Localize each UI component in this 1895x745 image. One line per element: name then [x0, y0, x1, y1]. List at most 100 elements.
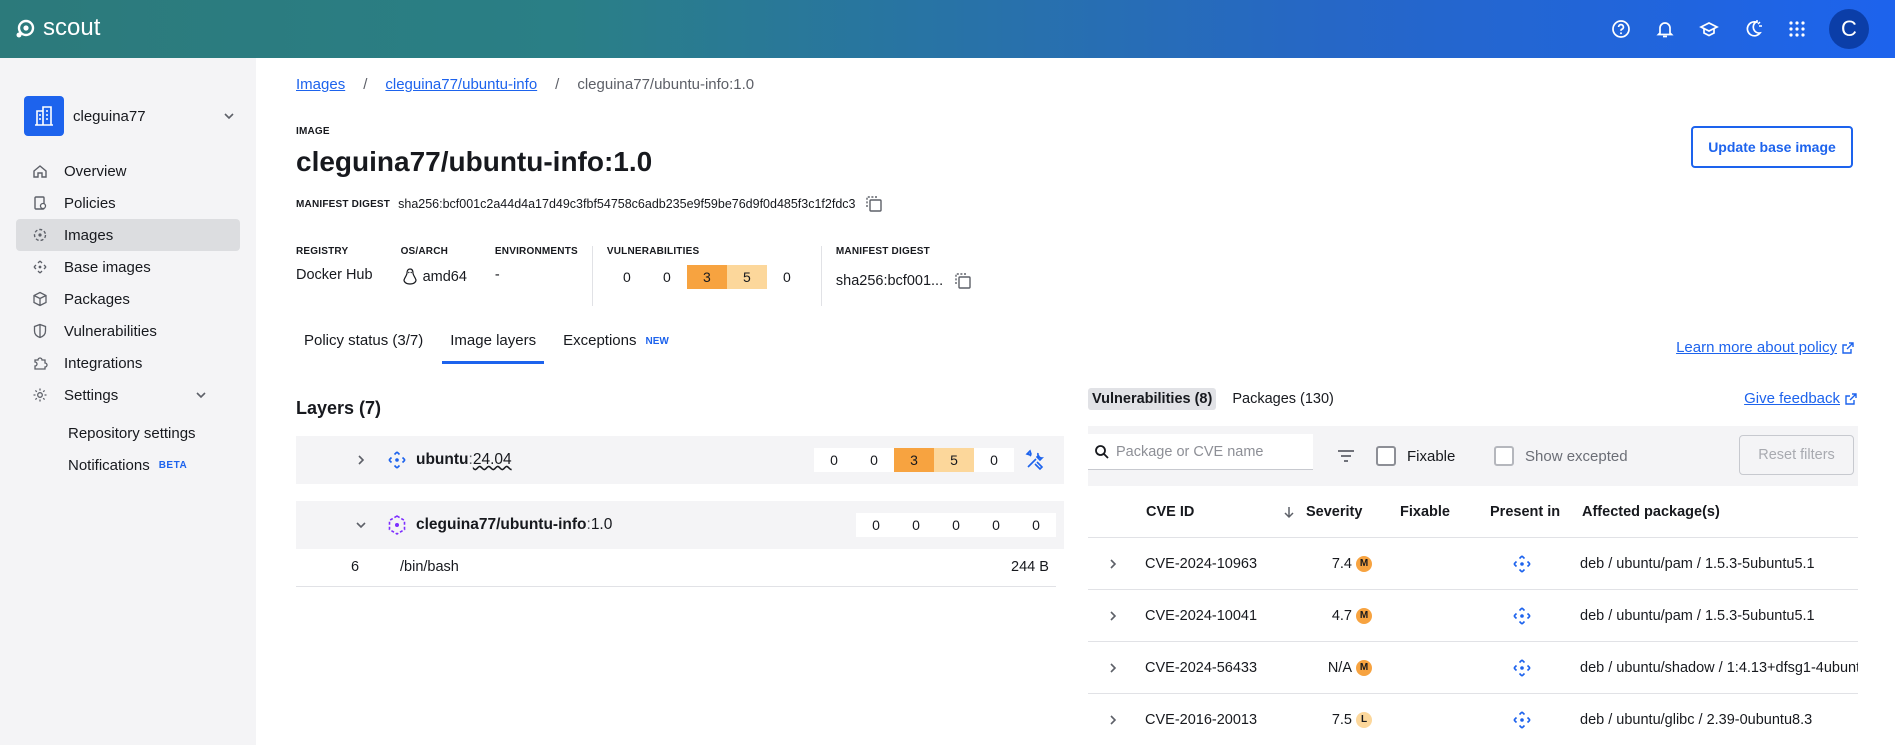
sidebar-item-base-images[interactable]: Base images — [16, 251, 240, 283]
column-fixable[interactable]: Fixable — [1400, 486, 1450, 537]
sidebar-item-label: Base images — [64, 258, 151, 276]
tab-packages[interactable]: Packages (130) — [1228, 388, 1338, 410]
scout-logo-icon — [16, 19, 35, 38]
page-kicker: IMAGE — [296, 126, 330, 137]
layer-tag[interactable]: 24.04 — [473, 451, 512, 468]
vulnerability-counts[interactable]: 0 0 3 5 0 — [607, 265, 807, 289]
org-switcher[interactable]: cleguina77 — [24, 96, 236, 136]
tab-exceptions[interactable]: Exceptions NEW — [555, 332, 677, 364]
checkbox-label: Fixable — [1407, 447, 1456, 465]
table-row[interactable]: CVE-2016-20013 7.5 L deb / ubuntu/glibc … — [1088, 694, 1858, 745]
chevron-right-icon[interactable] — [1106, 538, 1120, 589]
filter-icon[interactable] — [1336, 446, 1356, 466]
copy-icon[interactable] — [953, 271, 973, 291]
fixable-checkbox[interactable]: Fixable — [1376, 446, 1455, 466]
sidebar-item-policies[interactable]: Policies — [16, 187, 240, 219]
layer-command-row[interactable]: 6 /bin/bash 244 B — [296, 547, 1056, 587]
tab-policy-status[interactable]: Policy status (3/7) — [296, 332, 431, 364]
unspecified-count: 0 — [782, 269, 791, 285]
search-input[interactable] — [1116, 443, 1306, 460]
layer-row-ubuntu-info[interactable]: cleguina77/ubuntu-info :1.0 0 0 0 0 0 — [296, 501, 1064, 549]
sort-descending-icon[interactable] — [1282, 486, 1296, 537]
fix-tools-icon[interactable] — [1024, 449, 1046, 471]
user-avatar[interactable]: C — [1829, 9, 1869, 49]
sidebar-item-images[interactable]: Images — [16, 219, 240, 251]
search-icon — [1095, 444, 1109, 459]
copy-icon[interactable] — [864, 194, 884, 214]
help-icon[interactable] — [1599, 7, 1643, 51]
high-count: 0 — [662, 269, 671, 285]
checkbox-box[interactable] — [1494, 446, 1514, 466]
medium-count: 3 — [894, 448, 934, 472]
table-row[interactable]: CVE-2024-10041 4.7 M deb / ubuntu/pam / … — [1088, 590, 1858, 642]
sidebar-item-settings[interactable]: Settings — [16, 379, 240, 411]
high-count: 0 — [896, 513, 936, 537]
column-cve-id[interactable]: CVE ID — [1146, 486, 1194, 537]
sidebar-item-label: Repository settings — [68, 424, 196, 442]
tab-label: Policy status (3/7) — [304, 332, 424, 349]
affected-package: deb / ubuntu/pam / 1.5.3-5ubuntu5.1 — [1580, 607, 1815, 624]
learn-more-link[interactable]: Learn more about policy — [1676, 339, 1855, 356]
layer-row-ubuntu[interactable]: ubuntu :24.04 0 0 3 5 0 — [296, 436, 1064, 484]
chevron-right-icon[interactable] — [1106, 642, 1120, 693]
column-severity[interactable]: Severity — [1306, 486, 1362, 537]
scout-logo[interactable]: scout — [15, 14, 100, 42]
apps-grid-icon[interactable] — [1775, 7, 1819, 51]
sidebar-item-notifications[interactable]: Notifications BETA — [16, 449, 240, 481]
command-index: 6 — [351, 559, 360, 575]
cvss-score: 7.5 — [1331, 711, 1352, 728]
base-image-icon — [388, 451, 406, 469]
sidebar-item-overview[interactable]: Overview — [16, 155, 240, 187]
give-feedback-link[interactable]: Give feedback — [1744, 390, 1858, 407]
main-content: Images / cleguina77/ubuntu-info / clegui… — [256, 58, 1895, 745]
chevron-right-icon[interactable] — [354, 453, 368, 467]
tab-vulnerabilities[interactable]: Vulnerabilities (8) — [1088, 388, 1217, 410]
affected-package: deb / ubuntu/pam / 1.5.3-5ubuntu5.1 — [1580, 555, 1815, 572]
table-row[interactable]: CVE-2024-10963 7.4 M deb / ubuntu/pam / … — [1088, 538, 1858, 590]
sidebar-item-packages[interactable]: Packages — [16, 283, 240, 315]
gear-icon — [33, 388, 47, 402]
column-affected-packages: Affected package(s) — [1582, 503, 1720, 520]
cve-id[interactable]: CVE-2024-10963 — [1145, 538, 1257, 589]
cve-id[interactable]: CVE-2024-56433 — [1145, 642, 1257, 693]
breadcrumb-images-link[interactable]: Images — [296, 76, 345, 93]
cve-id[interactable]: CVE-2024-10041 — [1145, 590, 1257, 641]
checkbox-box[interactable] — [1376, 446, 1396, 466]
sidebar-item-integrations[interactable]: Integrations — [16, 347, 240, 379]
layer-vuln-counts: 0 0 3 5 0 — [814, 448, 1014, 472]
registry-field: REGISTRY Docker Hub — [296, 246, 387, 306]
home-icon — [33, 165, 47, 178]
beta-badge: BETA — [158, 459, 188, 471]
sidebar-item-vulnerabilities[interactable]: Vulnerabilities — [16, 315, 240, 347]
puzzle-icon — [34, 357, 48, 370]
table-row[interactable]: CVE-2024-56433 N/A M deb / ubuntu/shadow… — [1088, 642, 1858, 694]
reset-filters-button[interactable]: Reset filters — [1739, 435, 1854, 475]
tab-image-layers[interactable]: Image layers — [442, 332, 545, 364]
severity-cell: 4.7 M — [1306, 590, 1372, 641]
breadcrumb-repo-link[interactable]: cleguina77/ubuntu-info — [385, 76, 537, 93]
learning-cap-icon[interactable] — [1687, 7, 1731, 51]
cvss-score: 4.7 — [1331, 607, 1352, 624]
learn-more-label: Learn more about policy — [1676, 339, 1837, 356]
notifications-bell-icon[interactable] — [1643, 7, 1687, 51]
search-field[interactable] — [1088, 434, 1313, 470]
chevron-right-icon[interactable] — [1106, 694, 1120, 745]
base-image-icon — [1492, 642, 1552, 693]
cvss-score: N/A — [1327, 659, 1352, 676]
images-icon — [33, 228, 47, 242]
sidebar-item-label: Images — [64, 226, 114, 244]
registry-value: Docker Hub — [296, 267, 373, 283]
cve-id[interactable]: CVE-2016-20013 — [1145, 694, 1257, 745]
policy-icon — [34, 196, 47, 210]
digest-label: MANIFEST DIGEST — [296, 198, 391, 210]
chevron-down-icon[interactable] — [354, 518, 368, 532]
sidebar-item-repository-settings[interactable]: Repository settings — [16, 417, 240, 449]
chevron-right-icon[interactable] — [1106, 590, 1120, 641]
linux-tux-icon — [402, 268, 417, 285]
update-base-image-button[interactable]: Update base image — [1691, 126, 1853, 168]
show-excepted-checkbox[interactable]: Show excepted — [1494, 446, 1628, 466]
registry-label: REGISTRY — [296, 246, 349, 257]
theme-toggle-icon[interactable] — [1731, 7, 1775, 51]
vulnerabilities-panel: Vulnerabilities (8) Packages (130) Give … — [1088, 388, 1858, 745]
sidebar-item-label: Settings — [64, 386, 119, 404]
